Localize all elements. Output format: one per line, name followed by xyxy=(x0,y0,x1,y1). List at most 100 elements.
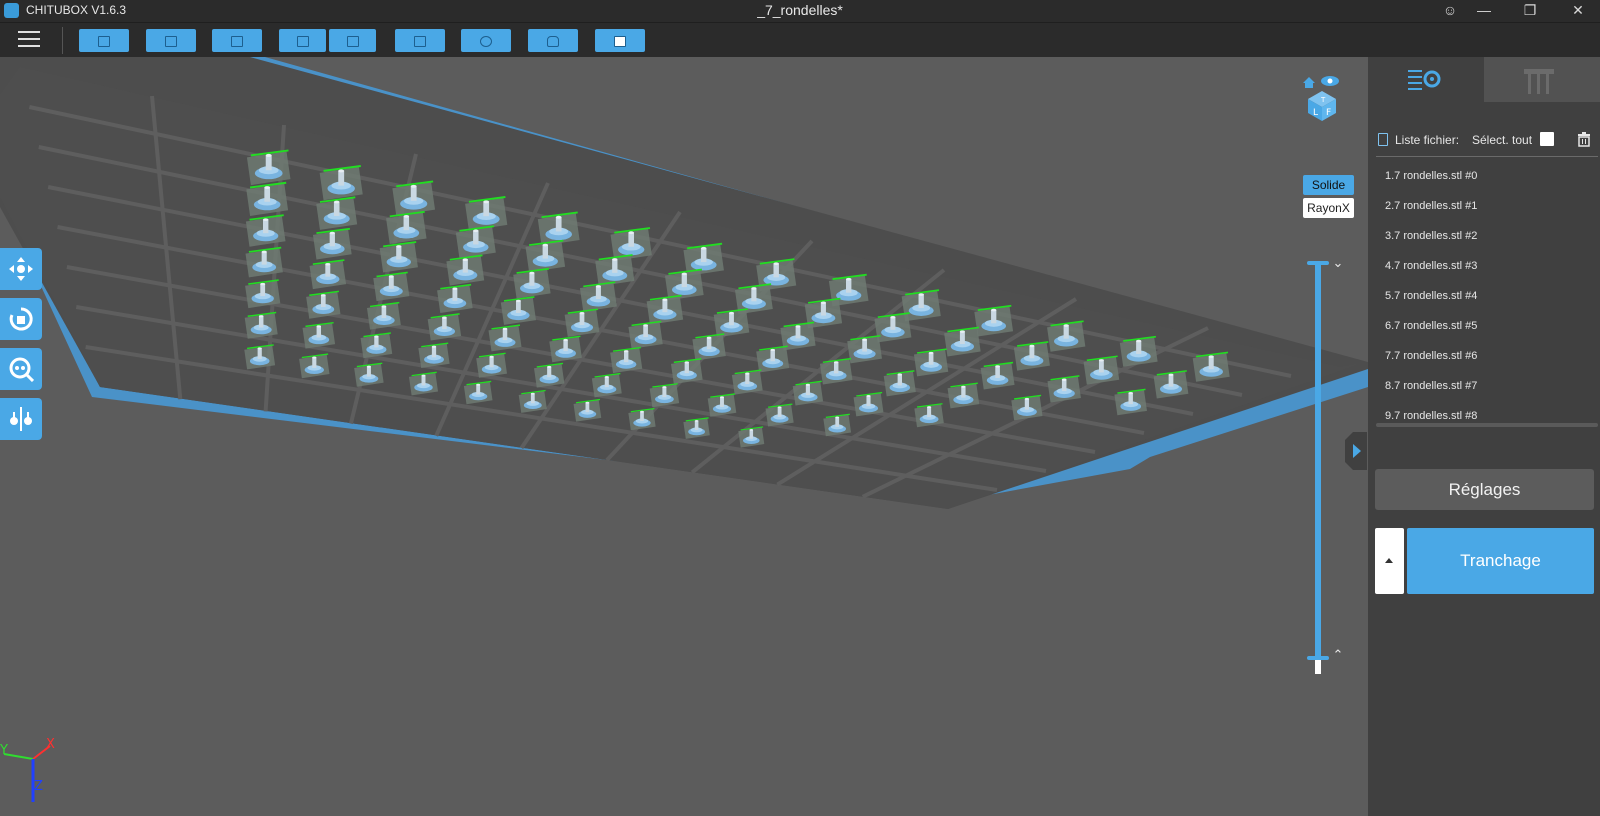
washer-model xyxy=(246,149,291,186)
select-all-label: Sélect. tout xyxy=(1472,133,1533,147)
file-list-item[interactable]: 6.7 rondelles.stl #5 xyxy=(1376,311,1598,341)
washer-model xyxy=(379,241,418,273)
settings-button[interactable]: Réglages xyxy=(1375,469,1594,510)
svg-text:F: F xyxy=(1326,108,1331,118)
washer-model xyxy=(245,279,281,309)
tab-settings[interactable] xyxy=(1368,57,1484,102)
auto-layout-button[interactable] xyxy=(461,29,511,52)
hamburger-icon[interactable] xyxy=(18,31,40,49)
washer-model xyxy=(549,335,582,363)
dig-hole-button[interactable] xyxy=(595,29,645,52)
3d-viewport[interactable]: T L F Solide RayonX ⌄ ⌃ X Y Z xyxy=(0,57,1368,816)
washer-model xyxy=(446,254,485,286)
washer-model xyxy=(670,358,703,384)
mirror-tool-button[interactable] xyxy=(0,398,42,440)
washer-model xyxy=(373,271,410,302)
scale-tool-button[interactable] xyxy=(0,348,42,390)
file-list-item[interactable]: 2.7 rondelles.stl #1 xyxy=(1376,191,1598,221)
washer-model xyxy=(366,301,401,330)
washer-model xyxy=(564,308,600,337)
file-list-scrollbar[interactable] xyxy=(1376,423,1598,427)
washer-model xyxy=(847,334,882,364)
slice-options-button[interactable] xyxy=(1375,528,1404,594)
hollow-button[interactable] xyxy=(528,29,578,52)
undo-button[interactable] xyxy=(279,29,326,52)
file-list-item[interactable]: 7.7 rondelles.stl #6 xyxy=(1376,341,1598,371)
washer-model xyxy=(476,352,507,378)
document-icon xyxy=(414,35,426,47)
save-button[interactable] xyxy=(146,29,196,52)
mirror-icon xyxy=(10,407,32,431)
file-list-item[interactable]: 5.7 rondelles.stl #4 xyxy=(1376,281,1598,311)
washer-model xyxy=(463,380,493,405)
trash-icon[interactable] xyxy=(1576,131,1592,147)
file-list: 1.7 rondelles.stl #0 2.7 rondelles.stl #… xyxy=(1376,161,1598,431)
chevron-down-icon[interactable]: ⌄ xyxy=(1331,255,1345,270)
tab-supports[interactable] xyxy=(1484,57,1600,102)
minimize-button[interactable]: — xyxy=(1466,0,1502,22)
right-panel: Liste fichier: Sélect. tout 1.7 rondelle… xyxy=(1368,57,1600,816)
svg-text:Y: Y xyxy=(0,743,8,758)
layout-icon xyxy=(480,35,492,47)
redo-icon xyxy=(346,35,359,47)
redo-button[interactable] xyxy=(329,29,376,52)
washer-model xyxy=(1119,335,1158,367)
washer-model xyxy=(534,362,565,388)
panel-tabs xyxy=(1368,57,1600,102)
layer-slider-top-handle[interactable] xyxy=(1307,261,1329,265)
solid-mode-button[interactable]: Solide xyxy=(1303,175,1354,195)
select-all-checkbox[interactable] xyxy=(1540,132,1554,146)
account-icon[interactable]: ☺ xyxy=(1432,0,1468,22)
view-cube[interactable]: T L F xyxy=(1300,75,1344,123)
washer-model xyxy=(649,383,680,408)
move-icon xyxy=(9,257,33,281)
home-view-icon[interactable] xyxy=(1303,77,1315,88)
open-file-button[interactable] xyxy=(79,29,129,52)
screenshot-button[interactable] xyxy=(212,29,262,52)
washer-model xyxy=(418,342,450,368)
svg-text:Z: Z xyxy=(34,779,43,794)
washer-model xyxy=(1153,370,1189,399)
washer-model xyxy=(299,353,330,379)
svg-text:L: L xyxy=(1313,108,1318,118)
washer-model xyxy=(513,267,551,299)
svg-text:X: X xyxy=(46,737,55,752)
folder-open-icon xyxy=(98,35,110,47)
chevron-up-icon[interactable]: ⌃ xyxy=(1331,647,1345,662)
toolbar xyxy=(0,22,1600,57)
panel-collapse-button[interactable] xyxy=(1345,432,1367,470)
washer-model xyxy=(573,398,602,422)
scale-icon xyxy=(9,357,34,382)
washer-model xyxy=(246,181,289,216)
xray-mode-button[interactable]: RayonX xyxy=(1303,198,1354,218)
file-list-label: Liste fichier: xyxy=(1395,133,1460,147)
file-list-item[interactable]: 1.7 rondelles.stl #0 xyxy=(1376,161,1598,191)
washer-model xyxy=(713,308,750,338)
washer-model xyxy=(465,196,508,231)
file-list-item[interactable]: 8.7 rondelles.stl #7 xyxy=(1376,371,1598,401)
washer-model xyxy=(244,311,278,339)
toolbar-divider xyxy=(62,27,63,54)
close-button[interactable]: ✕ xyxy=(1560,0,1596,22)
slice-button[interactable]: Tranchage xyxy=(1407,528,1594,594)
washer-model xyxy=(944,326,981,357)
supports-icon xyxy=(1524,69,1554,94)
restore-button[interactable]: ❐ xyxy=(1512,0,1548,22)
washer-model xyxy=(980,361,1015,390)
washer-model xyxy=(914,403,944,428)
washer-model xyxy=(306,290,341,319)
svg-text:T: T xyxy=(1320,96,1326,104)
axis-gizmo: X Y Z xyxy=(0,734,70,804)
file-list-item[interactable]: 4.7 rondelles.stl #3 xyxy=(1376,251,1598,281)
model-info-button[interactable] xyxy=(395,29,445,52)
rotate-tool-button[interactable] xyxy=(0,298,42,340)
layer-slider-knob[interactable] xyxy=(1315,660,1321,674)
washer-model xyxy=(302,321,336,349)
layer-slider-track[interactable] xyxy=(1315,262,1321,672)
move-tool-button[interactable] xyxy=(0,248,42,290)
washer-model xyxy=(1013,341,1050,371)
file-list-item[interactable]: 3.7 rondelles.stl #2 xyxy=(1376,221,1598,251)
washer-model xyxy=(765,403,794,427)
washer-model xyxy=(488,324,522,352)
washer-model xyxy=(692,333,726,361)
